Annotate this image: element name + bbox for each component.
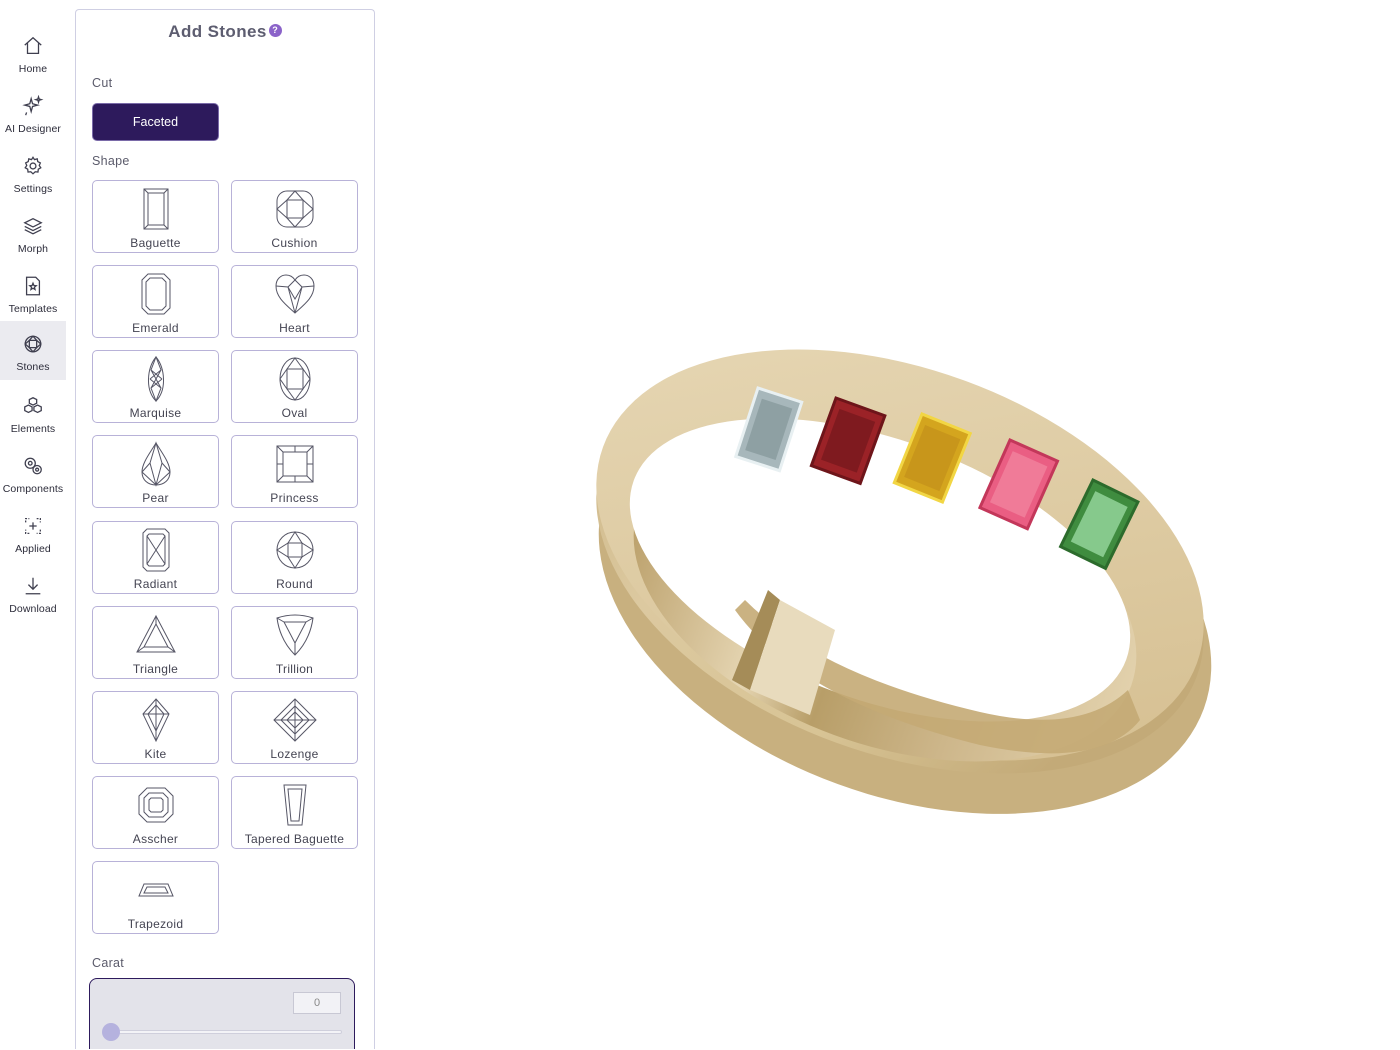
shape-round-button[interactable]: Round (231, 521, 358, 594)
shape-lozenge-label: Lozenge (270, 747, 319, 761)
nav-settings-label: Settings (13, 183, 53, 195)
shape-radiant-button[interactable]: Radiant (92, 521, 219, 594)
shape-round-label: Round (276, 577, 313, 591)
panel-title-text: Add Stones (168, 22, 267, 41)
shape-pear-label: Pear (142, 491, 169, 505)
baguette-icon (143, 188, 168, 230)
shape-baguette-label: Baguette (130, 236, 181, 250)
shape-trapezoid-label: Trapezoid (127, 917, 184, 931)
shape-princess-label: Princess (270, 491, 319, 505)
gear-icon (24, 156, 42, 175)
components-icon (24, 457, 42, 475)
shape-kite-button[interactable]: Kite (92, 691, 219, 764)
help-icon[interactable]: ? (268, 24, 282, 37)
nav-morph[interactable]: Morph (0, 205, 66, 265)
nav-components[interactable]: Components (0, 445, 66, 505)
shape-cushion-label: Cushion (271, 236, 318, 250)
nav-morph-label: Morph (17, 243, 49, 255)
shape-tapered-baguette-label: Tapered Baguette (244, 832, 345, 846)
shape-tapered-baguette-button[interactable]: Tapered Baguette (231, 776, 358, 849)
emerald-icon (141, 273, 170, 315)
nav-elements[interactable]: Elements (0, 385, 66, 445)
shape-cushion-button[interactable]: Cushion (231, 180, 358, 253)
lozenge-icon (272, 698, 317, 742)
tapered-baguette-icon (282, 784, 307, 826)
shape-asscher-button[interactable]: Asscher (92, 776, 219, 849)
applied-icon (25, 518, 41, 534)
asscher-icon (138, 787, 173, 823)
nav-applied-label: Applied (15, 543, 51, 555)
cut-label: Cut (92, 76, 113, 90)
shape-marquise-label: Marquise (129, 406, 182, 420)
ring-render (596, 349, 1212, 814)
panel-title: Add Stones? (76, 22, 374, 42)
shape-heart-label: Heart (279, 321, 310, 335)
sparkles-icon (22, 95, 44, 116)
nav-home[interactable]: Home (0, 25, 66, 85)
shape-label: Shape (92, 154, 130, 168)
nav-download[interactable]: Download (0, 565, 66, 625)
shape-heart-button[interactable]: Heart (231, 265, 358, 338)
nav-home-label: Home (18, 63, 48, 75)
side-nav: Home AI Designer Settings Morph Template… (0, 0, 66, 1050)
nav-elements-label: Elements (10, 423, 56, 435)
template-icon (25, 276, 41, 296)
shape-triangle-button[interactable]: Triangle (92, 606, 219, 679)
shape-oval-label: Oval (281, 406, 308, 420)
trillion-icon (275, 614, 314, 656)
cushion-icon (275, 190, 314, 228)
shape-baguette-button[interactable]: Baguette (92, 180, 219, 253)
carat-slider-track[interactable] (104, 1030, 342, 1034)
nav-ai-designer-label: AI Designer (5, 123, 61, 135)
nav-applied[interactable]: Applied (0, 505, 66, 565)
shape-trillion-label: Trillion (275, 662, 314, 676)
radiant-icon (142, 528, 169, 572)
round-icon (275, 531, 314, 569)
shape-trapezoid-button[interactable]: Trapezoid (92, 861, 219, 934)
cut-faceted-button[interactable]: Faceted (92, 103, 219, 141)
oval-icon (278, 357, 311, 401)
princess-icon (276, 445, 313, 483)
elements-icon (24, 397, 42, 414)
add-stones-panel: Add Stones? Cut Faceted Shape Baguette C… (75, 9, 375, 1049)
shape-pear-button[interactable]: Pear (92, 435, 219, 508)
shape-emerald-button[interactable]: Emerald (92, 265, 219, 338)
ring-3d-viewport[interactable] (380, 0, 1400, 1050)
triangle-icon (135, 614, 176, 653)
carat-slider-thumb[interactable] (102, 1023, 120, 1041)
download-icon (25, 577, 41, 595)
nav-ai-designer[interactable]: AI Designer (0, 85, 66, 145)
shape-trillion-button[interactable]: Trillion (231, 606, 358, 679)
shape-oval-button[interactable]: Oval (231, 350, 358, 423)
nav-download-label: Download (9, 603, 57, 615)
shape-lozenge-button[interactable]: Lozenge (231, 691, 358, 764)
pear-icon (140, 441, 171, 487)
shape-asscher-label: Asscher (132, 832, 179, 846)
nav-templates-label: Templates (8, 303, 58, 315)
marquise-icon (147, 356, 164, 402)
nav-settings[interactable]: Settings (0, 145, 66, 205)
shape-marquise-button[interactable]: Marquise (92, 350, 219, 423)
carat-control: 0 (89, 978, 355, 1049)
shape-kite-label: Kite (144, 747, 167, 761)
heart-icon (274, 274, 315, 314)
nav-stones[interactable]: Stones (0, 321, 66, 380)
nav-stones-label: Stones (16, 361, 50, 373)
layers-icon (23, 217, 43, 235)
nav-templates[interactable]: Templates (0, 265, 66, 325)
shape-triangle-label: Triangle (132, 662, 179, 676)
carat-label: Carat (92, 956, 125, 970)
shape-emerald-label: Emerald (132, 321, 179, 335)
nav-components-label: Components (2, 483, 64, 495)
kite-icon (141, 698, 170, 743)
carat-value-input[interactable]: 0 (293, 992, 341, 1014)
shape-princess-button[interactable]: Princess (231, 435, 358, 508)
trapezoid-icon (137, 883, 174, 897)
home-icon (24, 36, 42, 54)
shape-radiant-label: Radiant (133, 577, 178, 591)
gem-icon (24, 335, 42, 353)
